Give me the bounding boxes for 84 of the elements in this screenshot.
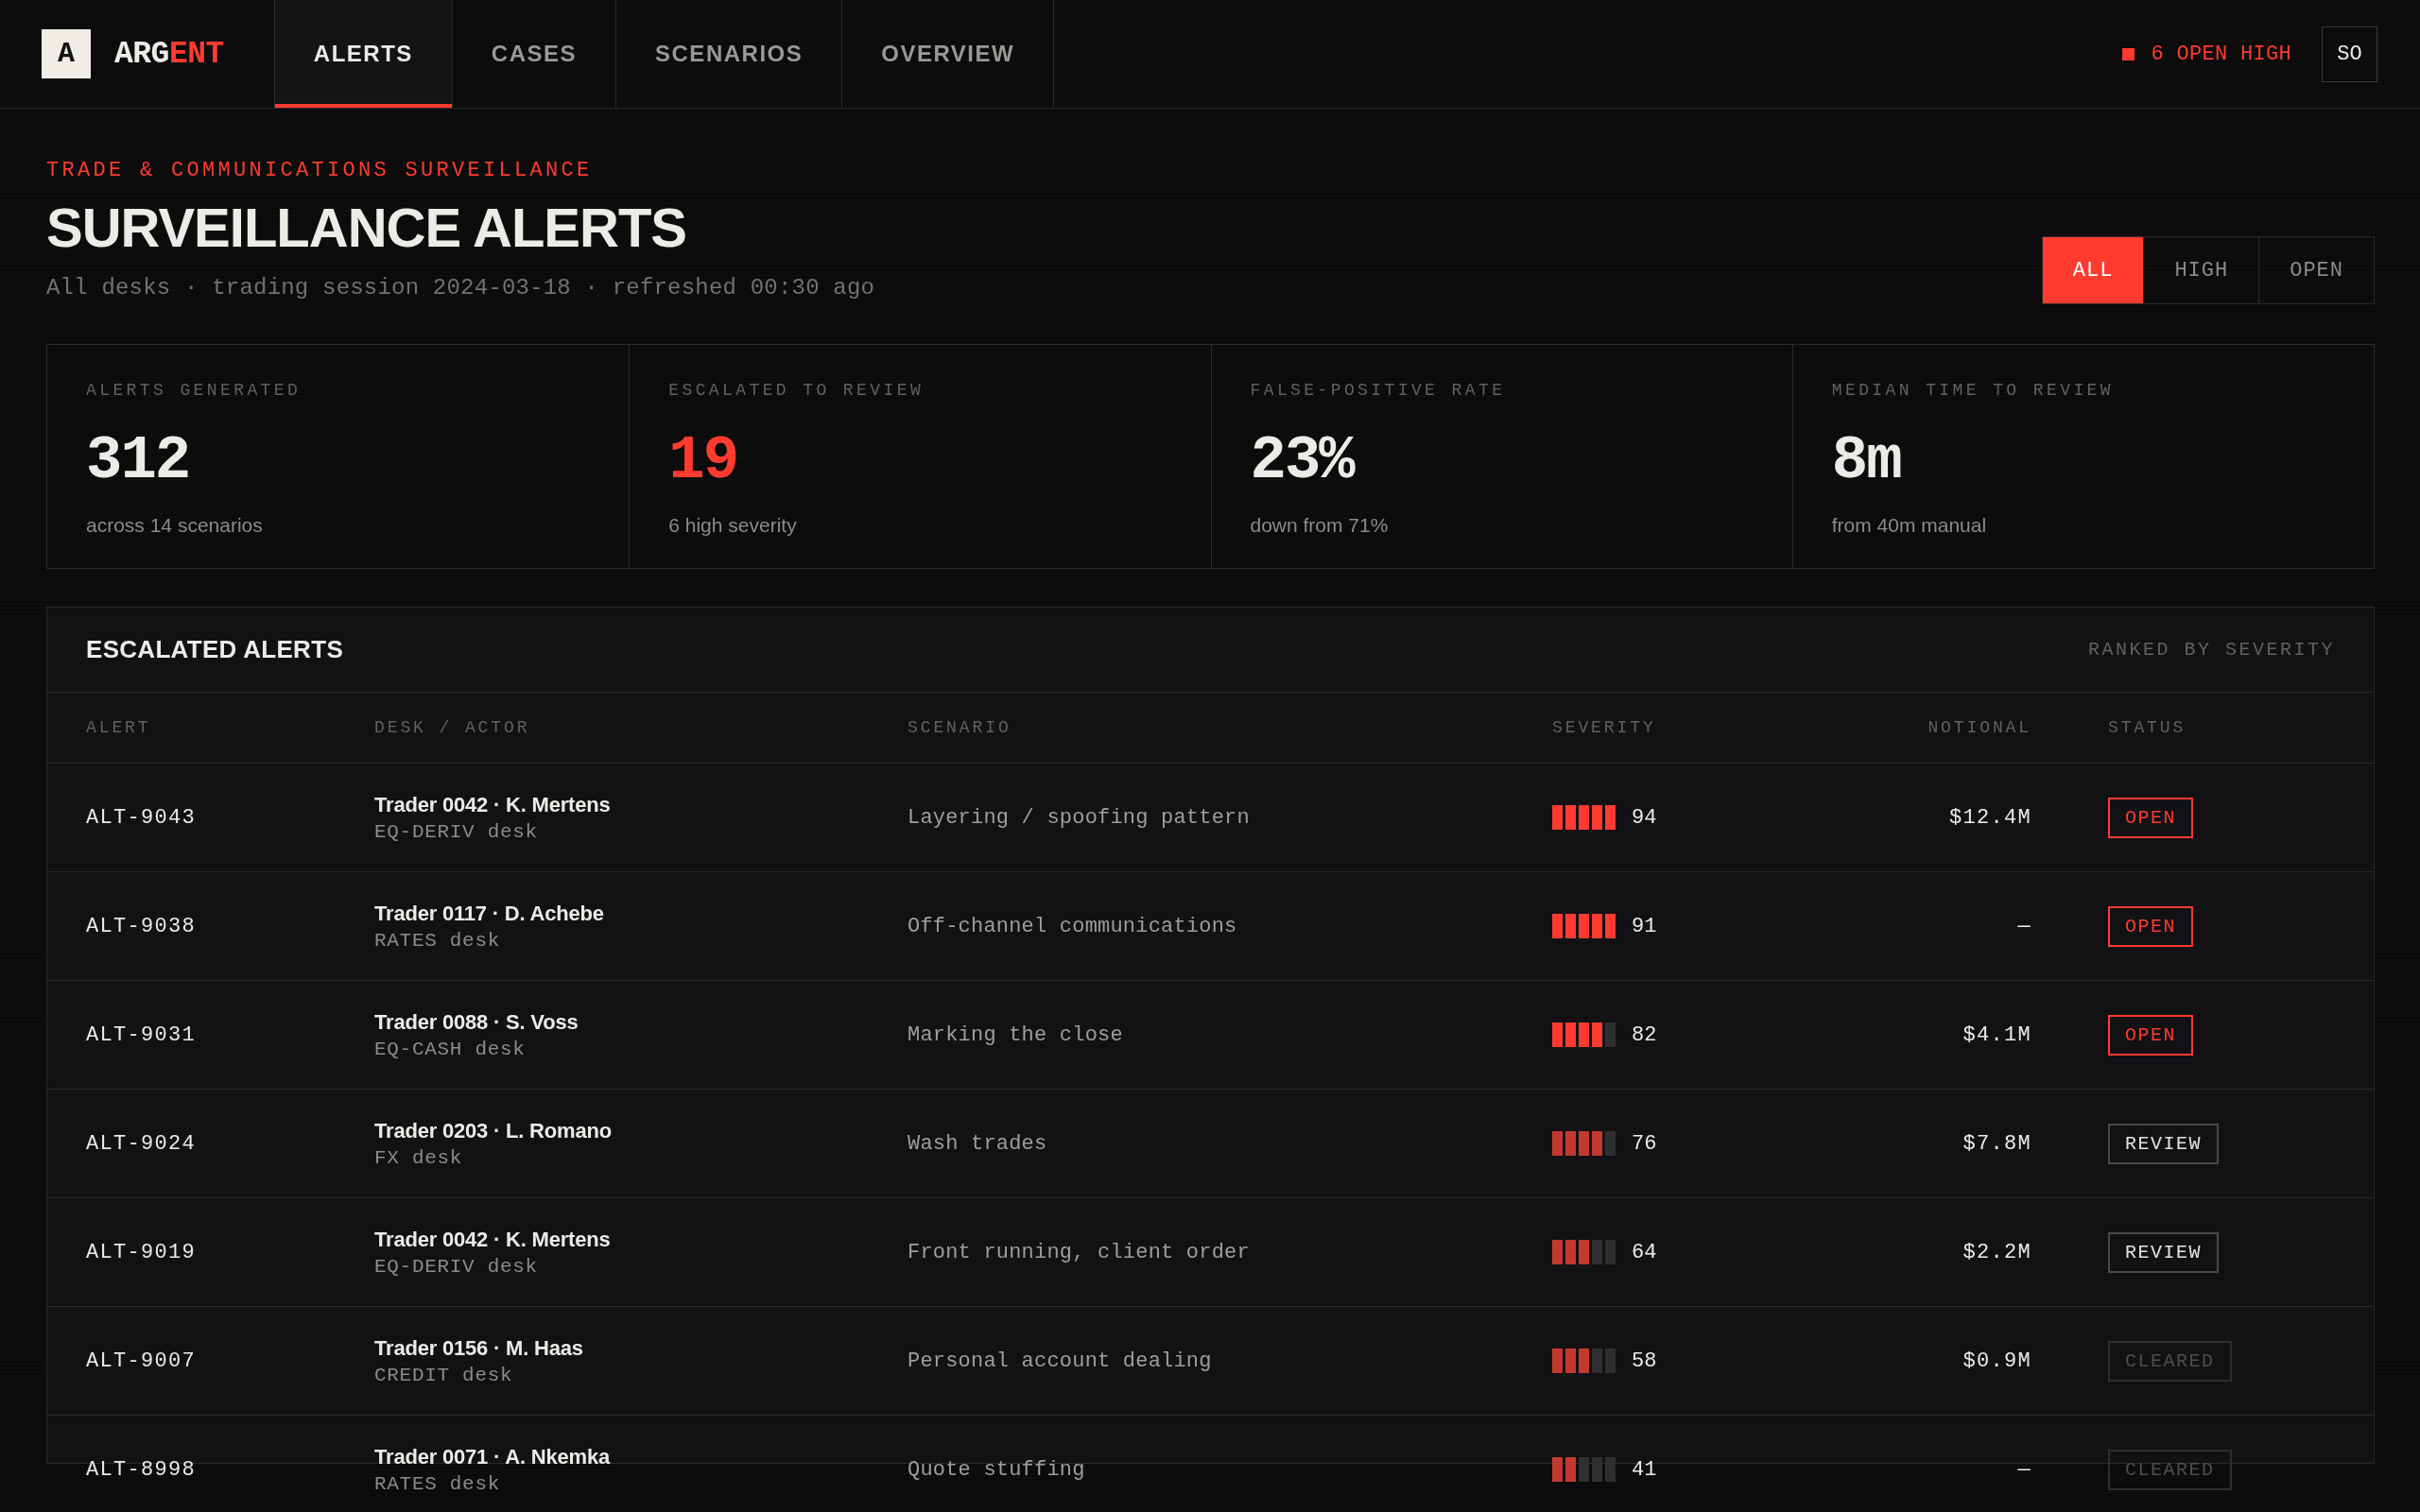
- status-square-icon: [2122, 47, 2135, 60]
- severity-score: 91: [1632, 914, 1657, 938]
- brand-wordmark: ARGENT: [114, 36, 224, 72]
- filter-button[interactable]: HIGH: [2143, 237, 2259, 303]
- desk-label: FX desk: [374, 1146, 463, 1170]
- actor-name: Trader 0071 · A. Nkemka: [374, 1443, 610, 1470]
- page-subtitle: All desks · trading session 2024-03-18 · refreshed 00:30 ago: [46, 274, 875, 301]
- notional-value: $12.4M: [1949, 805, 2031, 830]
- scenario-text: Personal account dealing: [908, 1349, 1212, 1373]
- severity-score: 82: [1632, 1022, 1657, 1047]
- table-title: ESCALATED ALERTS: [86, 635, 344, 664]
- severity-score: 94: [1632, 805, 1657, 830]
- kpi-note: across 14 scenarios: [86, 513, 263, 537]
- alert-id: ALT-8998: [86, 1457, 197, 1482]
- scenario-text: Marking the close: [908, 1022, 1123, 1047]
- notional-value: $4.1M: [1962, 1022, 2031, 1047]
- status-badge: CLEARED: [2108, 1340, 2232, 1382]
- scenario-text: Wash trades: [908, 1131, 1047, 1156]
- kpi-label: ALERTS GENERATED: [86, 380, 302, 401]
- actor-name: Trader 0088 · S. Voss: [374, 1008, 579, 1036]
- kpi-note: 6 high severity: [668, 513, 797, 537]
- actor-name: Trader 0042 · K. Mertens: [374, 1226, 611, 1253]
- scenario-text: Quote stuffing: [908, 1457, 1085, 1482]
- status-badge: CLEARED: [2108, 1449, 2232, 1490]
- desk-label: EQ-DERIV desk: [374, 1255, 538, 1279]
- scenario-text: Front running, client order: [908, 1240, 1250, 1264]
- page-eyebrow: TRADE & COMMUNICATIONS SURVEILLANCE: [46, 159, 594, 183]
- alert-id: ALT-9019: [86, 1240, 197, 1264]
- status-badge: REVIEW: [2108, 1123, 2219, 1164]
- column-header: SEVERITY: [1552, 718, 1656, 737]
- severity-score: 64: [1632, 1240, 1657, 1264]
- column-header: NOTIONAL: [1927, 718, 2031, 737]
- notional-value: —: [2017, 914, 2031, 938]
- actor-name: Trader 0156 · M. Haas: [374, 1334, 583, 1362]
- status-badge: OPEN: [2108, 797, 2193, 838]
- column-header: ALERT: [86, 718, 151, 737]
- column-header: SCENARIO: [908, 718, 1011, 737]
- notional-value: $7.8M: [1962, 1131, 2031, 1156]
- kpi-value: 8m: [1831, 431, 1901, 491]
- desk-label: EQ-DERIV desk: [374, 820, 538, 844]
- kpi-label: MEDIAN TIME TO REVIEW: [1831, 380, 2114, 401]
- kpi-label: FALSE-POSITIVE RATE: [1250, 380, 1506, 401]
- open-alerts-summary: 6 OPEN HIGH: [2151, 42, 2291, 66]
- alert-id: ALT-9038: [86, 914, 197, 938]
- column-header: STATUS: [2108, 718, 2187, 737]
- nav-tab[interactable]: SCENARIOS: [616, 0, 843, 108]
- scenario-text: Off-channel communications: [908, 914, 1237, 938]
- status-badge: OPEN: [2108, 1014, 2193, 1056]
- alert-id: ALT-9007: [86, 1349, 197, 1373]
- logo-mark: A: [42, 29, 91, 78]
- actor-name: Trader 0117 · D. Achebe: [374, 900, 604, 927]
- notional-value: $0.9M: [1962, 1349, 2031, 1373]
- filter-button[interactable]: ALL: [2042, 237, 2144, 303]
- filter-button[interactable]: OPEN: [2258, 237, 2374, 303]
- nav-tab[interactable]: OVERVIEW: [842, 0, 1055, 108]
- user-avatar-button[interactable]: SO: [2322, 26, 2377, 82]
- desk-label: CREDIT desk: [374, 1364, 513, 1387]
- severity-score: 76: [1632, 1131, 1657, 1156]
- kpi-label: ESCALATED TO REVIEW: [668, 380, 925, 401]
- actor-name: Trader 0042 · K. Mertens: [374, 791, 611, 818]
- nav-tab[interactable]: CASES: [452, 0, 617, 108]
- kpi-value: 19: [668, 431, 738, 491]
- kpi-value: 312: [86, 431, 190, 491]
- nav-tab[interactable]: ALERTS: [274, 0, 453, 108]
- sort-note: RANKED BY SEVERITY: [2087, 639, 2335, 661]
- kpi-note: down from 71%: [1250, 513, 1389, 537]
- alert-id: ALT-9031: [86, 1022, 197, 1047]
- kpi-note: from 40m manual: [1831, 513, 1987, 537]
- desk-label: RATES desk: [374, 929, 501, 953]
- notional-value: —: [2017, 1457, 2031, 1482]
- scenario-text: Layering / spoofing pattern: [908, 805, 1250, 830]
- status-badge: REVIEW: [2108, 1231, 2219, 1273]
- actor-name: Trader 0203 · L. Romano: [374, 1117, 612, 1144]
- notional-value: $2.2M: [1962, 1240, 2031, 1264]
- severity-score: 58: [1632, 1349, 1657, 1373]
- severity-score: 41: [1632, 1457, 1657, 1482]
- column-header: DESK / ACTOR: [374, 718, 530, 737]
- page-title: SURVEILLANCE ALERTS: [46, 198, 688, 258]
- kpi-value: 23%: [1250, 431, 1354, 491]
- desk-label: EQ-CASH desk: [374, 1038, 526, 1061]
- alert-id: ALT-9043: [86, 805, 197, 830]
- alert-id: ALT-9024: [86, 1131, 197, 1156]
- desk-label: RATES desk: [374, 1472, 501, 1496]
- status-badge: OPEN: [2108, 905, 2193, 947]
